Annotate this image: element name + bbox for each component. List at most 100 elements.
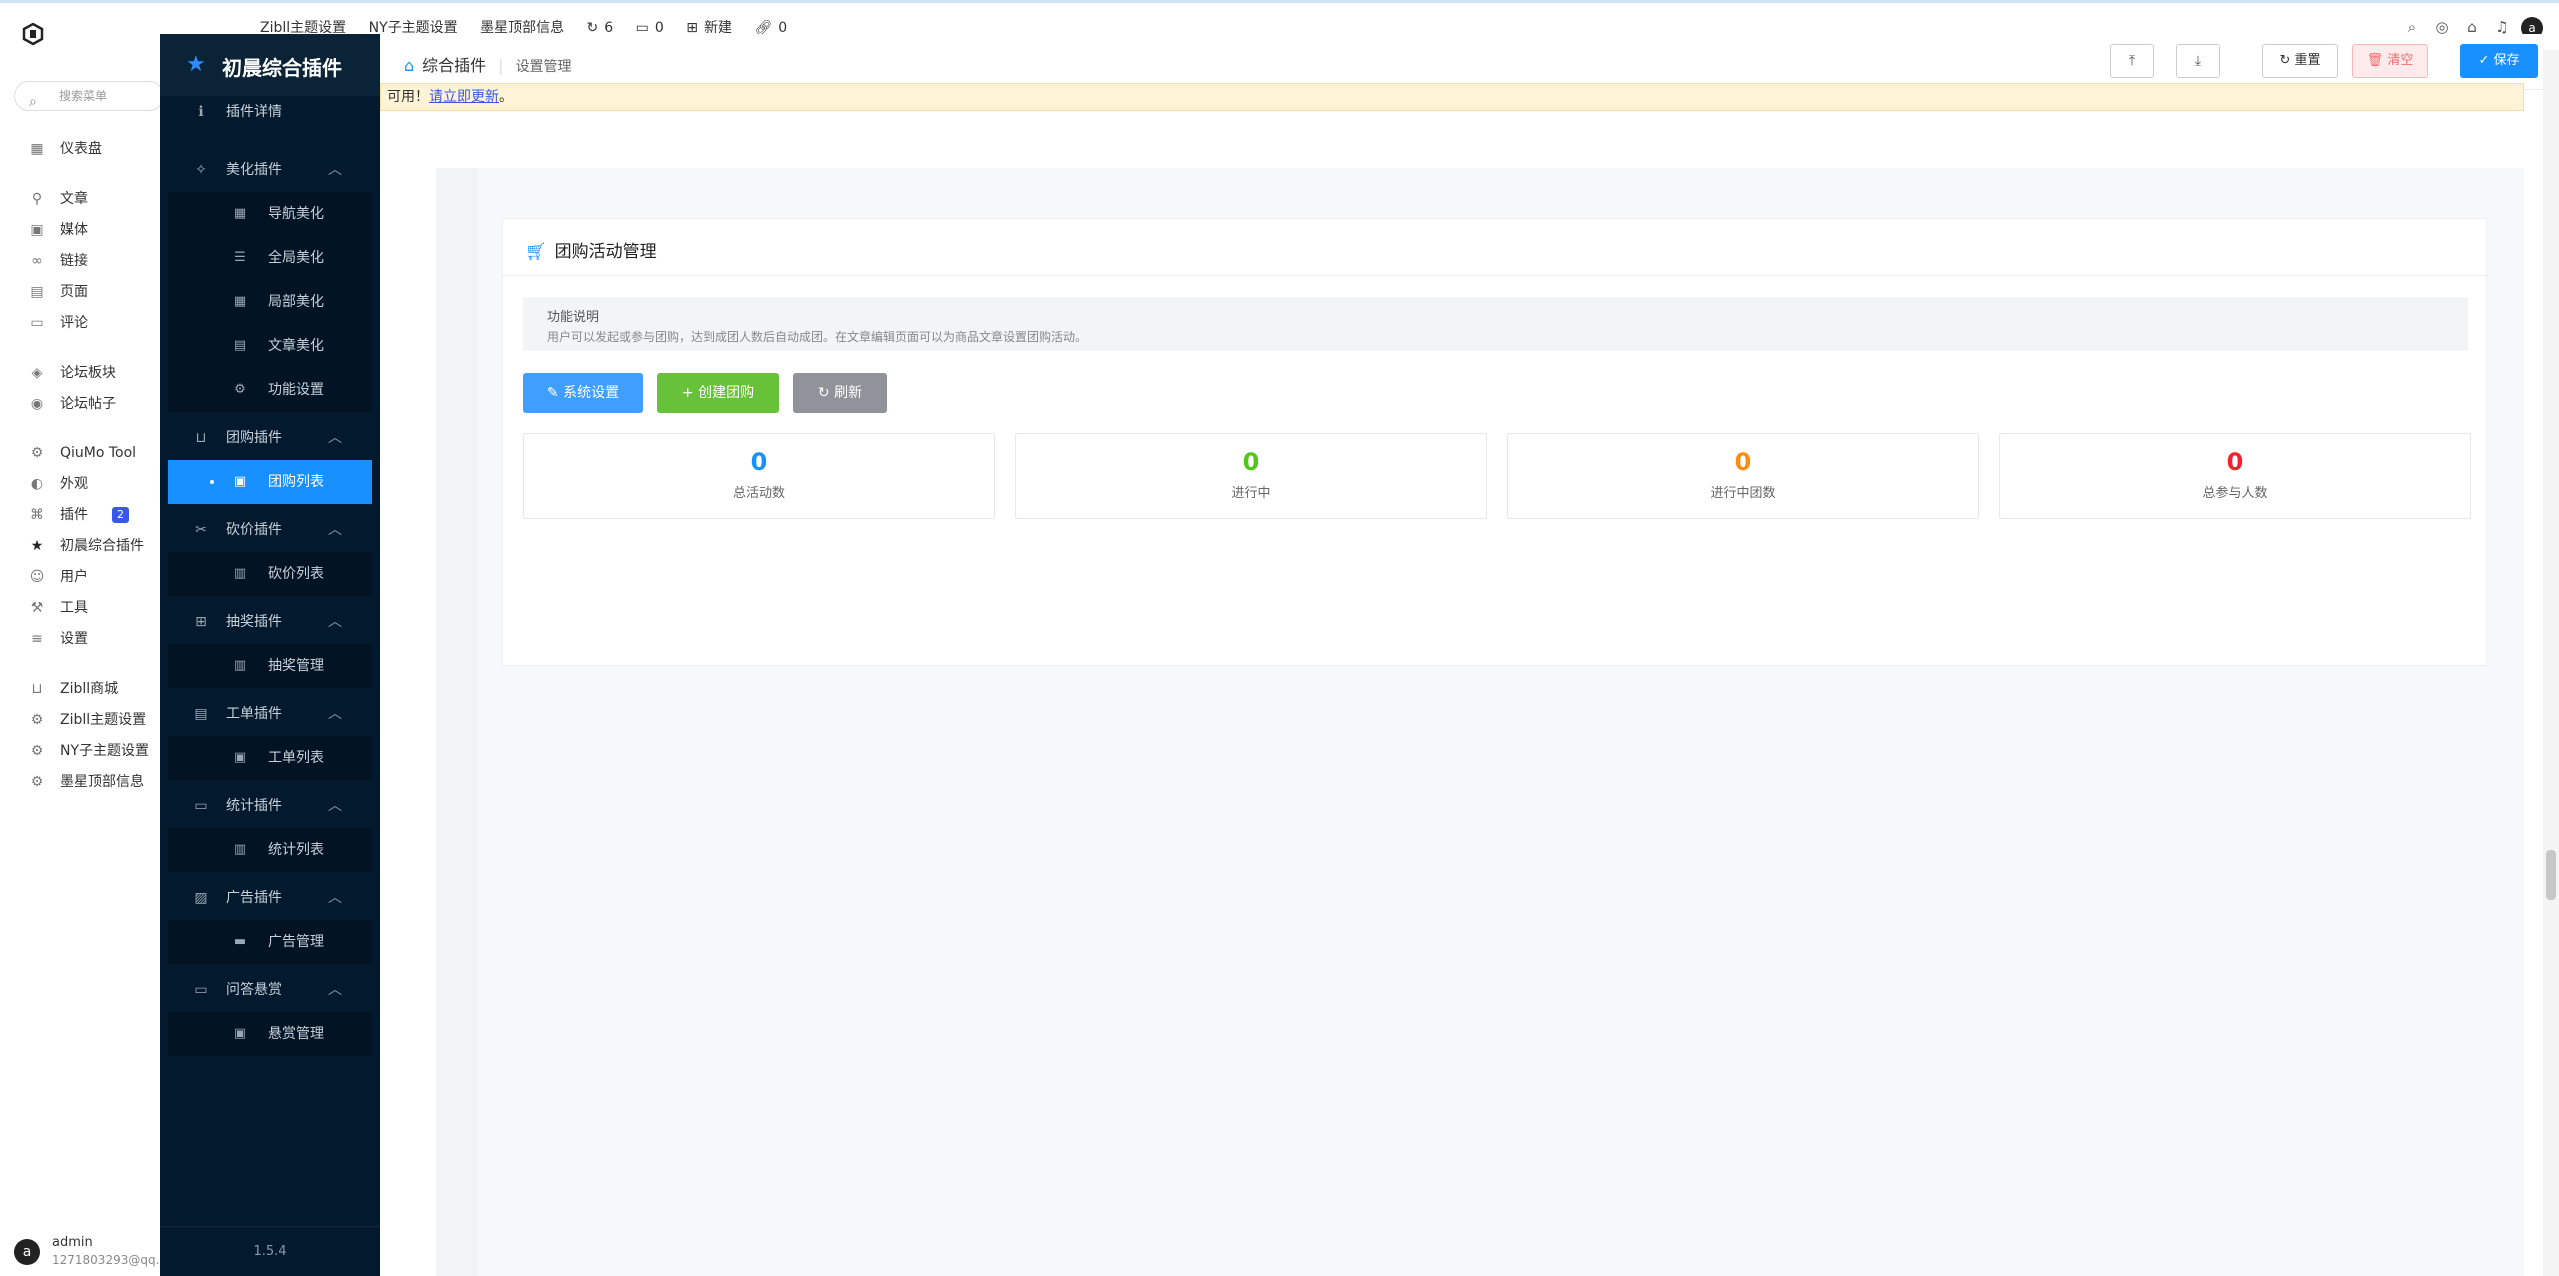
trash-icon: 🗑︎ bbox=[2366, 53, 2388, 68]
edit-icon: ✎ bbox=[546, 385, 564, 401]
import-button[interactable]: ⤓ bbox=[2176, 44, 2220, 78]
wp-menu-item[interactable]: ☺ 用户 bbox=[0, 563, 160, 591]
chevron-up-icon: ︿ bbox=[328, 982, 342, 998]
plugin-icon: ⌘ bbox=[30, 507, 44, 523]
update-now-link[interactable]: 请立即更新 bbox=[429, 89, 499, 105]
plugin-group[interactable]: ▨ 广告插件 ︿ bbox=[160, 876, 380, 920]
palette-icon: ◐ bbox=[30, 476, 44, 492]
wp-menu-item[interactable]: ⚙ Zibll主题设置 bbox=[0, 706, 160, 734]
wp-menu-item[interactable]: ◐ 外观 bbox=[0, 470, 160, 498]
plugin-sub-item[interactable]: ▥ 统计列表 bbox=[168, 828, 372, 872]
plugin-header-bar: ⌂ 综合插件 | 设置管理 ⤒ ⤓ ↻ 重置 🗑︎ 清空 ✓ 保存 bbox=[380, 34, 2543, 90]
plugin-sub-item[interactable]: ▣ 悬赏管理 bbox=[168, 1012, 372, 1056]
plugin-sidebar-header: ★ 初晨综合插件 bbox=[160, 34, 380, 96]
plugin-sub-item[interactable]: ▣ 工单列表 bbox=[168, 736, 372, 780]
wp-menu-item[interactable]: ▭ 评论 bbox=[0, 309, 160, 337]
chevron-up-icon: ︿ bbox=[328, 522, 342, 538]
plugin-sub-item[interactable]: ▦ 导航美化 bbox=[168, 192, 372, 236]
create-group-button[interactable]: + 创建团购 bbox=[657, 373, 779, 413]
plugin-group-label: 统计插件 bbox=[226, 798, 282, 814]
card-title: 🛒︎ 团购活动管理 bbox=[525, 237, 657, 262]
wp-menu-label: 墨星顶部信息 bbox=[60, 774, 144, 790]
wp-menu-item[interactable]: ⚒ 工具 bbox=[0, 594, 160, 622]
forum-post-icon: ◉ bbox=[30, 396, 44, 412]
page-icon: ▤ bbox=[30, 284, 44, 300]
home-icon[interactable]: ⌂ bbox=[404, 56, 414, 75]
card-title-text: 团购活动管理 bbox=[554, 242, 657, 262]
wp-menu-item[interactable]: ∞ 链接 bbox=[0, 247, 160, 275]
system-settings-button[interactable]: ✎ 系统设置 bbox=[523, 373, 643, 413]
wp-menu-item[interactable]: ▦ 仪表盘 bbox=[0, 135, 160, 163]
wp-menu-label: 页面 bbox=[60, 284, 88, 300]
star-icon: ★ bbox=[186, 52, 206, 77]
plugin-sub-item[interactable]: ▤ 文章美化 bbox=[168, 324, 372, 368]
chevron-up-icon: ︿ bbox=[328, 430, 342, 446]
pin-icon: ⚲ bbox=[31, 191, 43, 207]
plugin-sub-label: 砍价列表 bbox=[268, 566, 324, 582]
dashboard-icon: ▦ bbox=[30, 141, 44, 157]
export-button[interactable]: ⤒ bbox=[2110, 44, 2154, 78]
plugin-group[interactable]: ✂ 砍价插件 ︿ bbox=[160, 508, 380, 552]
reset-button[interactable]: ↻ 重置 bbox=[2262, 44, 2338, 78]
plugin-sub-item[interactable]: ▥ 抽奖管理 bbox=[168, 644, 372, 688]
plugin-sub-label: 悬赏管理 bbox=[268, 1026, 324, 1042]
clipboard-icon: ▣ bbox=[233, 474, 247, 489]
wp-menu-item[interactable]: ⚲ 文章 bbox=[0, 185, 160, 213]
plugin-sub-item[interactable]: ☰ 全局美化 bbox=[168, 236, 372, 280]
clipboard-icon: ▣ bbox=[233, 1026, 247, 1041]
wp-menu-item[interactable]: ◈ 论坛板块 bbox=[0, 359, 160, 387]
chevron-up-icon: ︿ bbox=[328, 890, 342, 906]
wp-menu-item[interactable]: ⚙ NY子主题设置 bbox=[0, 737, 160, 765]
clear-button[interactable]: 🗑︎ 清空 bbox=[2352, 44, 2428, 78]
wp-menu-label: QiuMo Tool bbox=[60, 445, 137, 461]
wp-menu-item[interactable]: ★ 初晨综合插件 bbox=[0, 532, 160, 560]
plugin-detail-item[interactable]: ℹ 插件详情 bbox=[160, 90, 380, 134]
refresh-button[interactable]: ↻ 刷新 bbox=[793, 373, 887, 413]
plugin-sub-item[interactable]: ▬ 广告管理 bbox=[168, 920, 372, 964]
wp-menu-item[interactable]: ◉ 论坛帖子 bbox=[0, 390, 160, 418]
plugin-group[interactable]: ⊞ 抽奖插件 ︿ bbox=[160, 600, 380, 644]
plugin-group[interactable]: ▤ 工单插件 ︿ bbox=[160, 692, 380, 736]
wp-menu-item[interactable]: ▣ 媒体 bbox=[0, 216, 160, 244]
avatar: a bbox=[14, 1239, 40, 1265]
plugin-group-label: 问答悬赏 bbox=[226, 982, 282, 998]
scissors-icon: ✂ bbox=[195, 522, 207, 538]
scrollbar-thumb[interactable] bbox=[2546, 850, 2556, 900]
plugin-title: 初晨综合插件 bbox=[222, 56, 342, 80]
user-profile[interactable]: a admin 1271803293@qq.c bbox=[14, 1235, 166, 1271]
plugin-version: 1.5.4 bbox=[160, 1226, 380, 1276]
wp-menu-label: 初晨综合插件 bbox=[60, 538, 144, 554]
wp-menu-item[interactable]: ≡ 设置 bbox=[0, 625, 160, 653]
wp-menu-item[interactable]: ⊔ Zibll商城 bbox=[0, 675, 160, 703]
forum-icon: ◈ bbox=[31, 365, 43, 381]
site-logo-icon[interactable] bbox=[20, 21, 46, 47]
wp-menu-item[interactable]: ⚙ QiuMo Tool bbox=[0, 439, 160, 467]
stat-label: 总参与人数 bbox=[2202, 486, 2268, 501]
create-group-label: 创建团购 bbox=[698, 385, 755, 401]
plugin-sub-item[interactable]: ▦ 局部美化 bbox=[168, 280, 372, 324]
stat-total-participants: 0 总参与人数 bbox=[1999, 433, 2471, 519]
wp-menu-item[interactable]: ⌘ 插件 2 bbox=[0, 501, 160, 529]
plugin-group[interactable]: ▭ 统计插件 ︿ bbox=[160, 784, 380, 828]
plugin-group[interactable]: ▭ 问答悬赏 ︿ bbox=[160, 968, 380, 1012]
plugin-group[interactable]: ⊔ 团购插件 ︿ bbox=[160, 416, 380, 460]
update-notice: 可用！请立即更新。 bbox=[380, 83, 2524, 111]
plugin-sub-item[interactable]: ▥ 砍价列表 bbox=[168, 552, 372, 596]
plugin-sub-item[interactable]: ⚙ 功能设置 bbox=[168, 368, 372, 412]
wp-menu-label: 论坛帖子 bbox=[60, 396, 116, 412]
magic-icon: ✧ bbox=[195, 162, 207, 178]
user-icon: ☺ bbox=[29, 569, 45, 585]
breadcrumb-current[interactable]: 综合插件 bbox=[422, 56, 486, 75]
plugin-sub-label: 文章美化 bbox=[268, 338, 324, 354]
menu-search-input[interactable]: ⌕ 搜索菜单 bbox=[14, 81, 164, 111]
plugin-sub-label: 统计列表 bbox=[268, 842, 324, 858]
wp-menu-label: Zibll商城 bbox=[60, 681, 119, 697]
wp-menu-item[interactable]: ▤ 页面 bbox=[0, 278, 160, 306]
save-button[interactable]: ✓ 保存 bbox=[2460, 44, 2538, 78]
plugin-sub-item[interactable]: ▣ 团购列表 bbox=[168, 460, 372, 504]
wp-menu-label: 媒体 bbox=[60, 222, 88, 238]
description-body: 用户可以发起或参与团购，达到成团人数后自动成团。在文章编辑页面可以为商品文章设置… bbox=[547, 330, 1088, 344]
plugin-group[interactable]: ✧ 美化插件 ︿ bbox=[160, 148, 380, 192]
wp-menu-item[interactable]: ⚙ 墨星顶部信息 bbox=[0, 768, 160, 796]
page-scrollbar[interactable] bbox=[2543, 50, 2559, 1276]
